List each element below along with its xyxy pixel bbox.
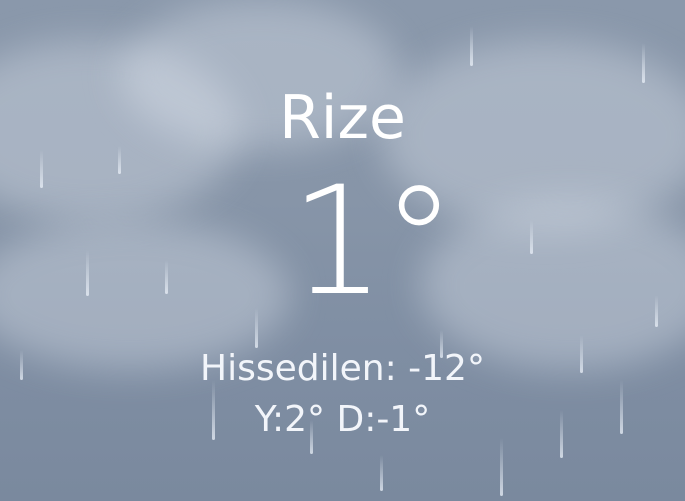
high-low-temperature: Y:2° D:-1°: [254, 399, 431, 440]
city-name: Rize: [279, 83, 406, 153]
current-temperature: 1°: [290, 155, 456, 329]
feels-like-temperature: Hissedilen: -12°: [200, 348, 485, 389]
weather-summary: Rize 1° Hissedilen: -12° Y:2° D:-1°: [0, 0, 685, 501]
